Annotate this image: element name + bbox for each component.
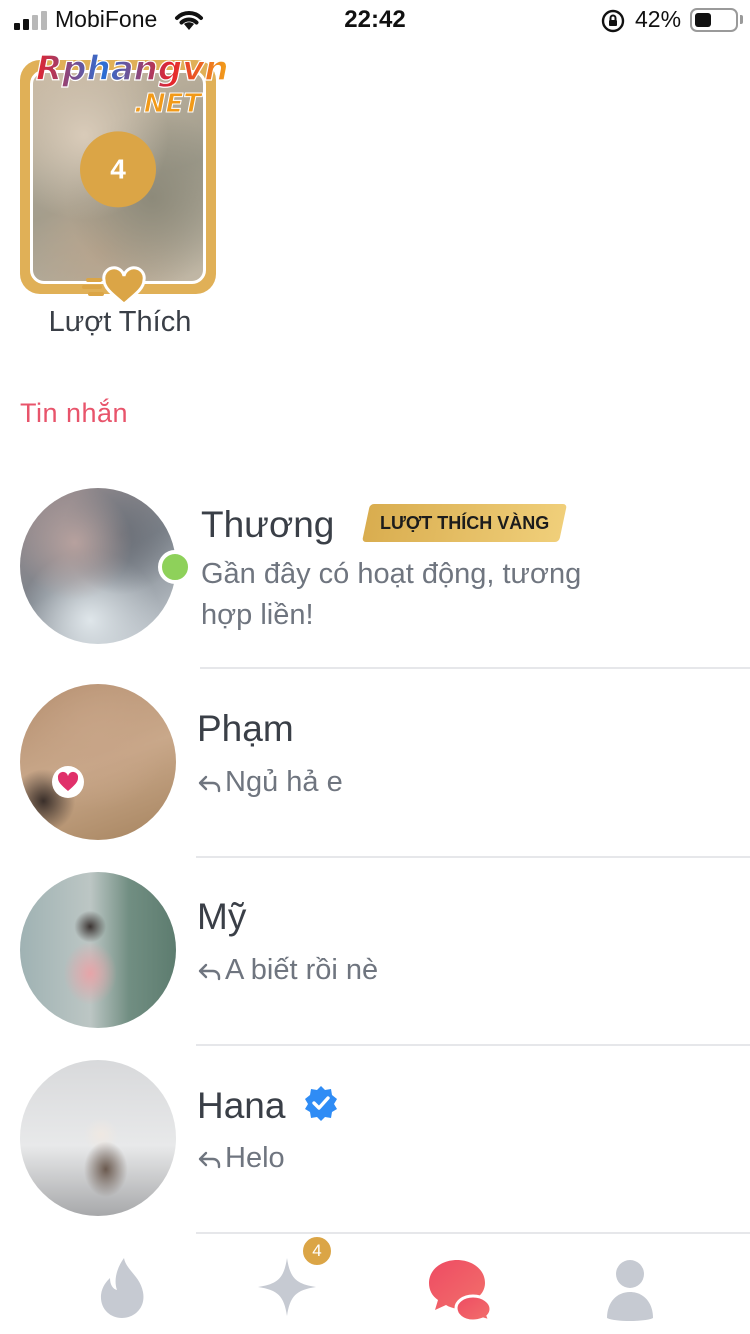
contact-name: Thương (201, 504, 335, 545)
battery-tip (740, 15, 743, 24)
tab-profile[interactable] (595, 1252, 665, 1322)
tab-bar: 4 (0, 1234, 750, 1334)
watermark-suffix: .NET (134, 89, 203, 119)
gold-like-badge-label: LƯỢT THÍCH VÀNG (380, 513, 550, 533)
divider (200, 667, 750, 669)
reply-arrow-icon (198, 776, 221, 793)
rotation-lock-icon (601, 9, 625, 33)
reply-arrow-icon (198, 964, 221, 981)
avatar (20, 488, 176, 644)
tab-discover[interactable] (88, 1252, 158, 1322)
message-preview-line: hợp liền! (201, 599, 314, 631)
message-preview: Helo (197, 1138, 285, 1179)
watermark-text: Rphangvn (36, 49, 229, 89)
chat-bubbles-icon (429, 1260, 493, 1324)
message-preview-text: Ngủ hả e (225, 766, 343, 798)
message-preview: A biết rồi nè (197, 950, 378, 991)
tab-top-picks[interactable]: 4 (252, 1234, 334, 1322)
contact-name: Mỹ (197, 896, 247, 937)
tab-messages[interactable] (425, 1252, 495, 1324)
battery-percent: 42% (635, 6, 682, 32)
online-status-dot (158, 550, 192, 584)
contact-name-text: Hana (197, 1085, 286, 1126)
message-preview-line: Gần đây có hoạt động, tương (201, 558, 582, 590)
watermark-logo: Rphangvn .NET (36, 48, 229, 119)
divider (196, 1232, 750, 1234)
heart-speed-icon (82, 266, 146, 306)
battery-icon (690, 8, 738, 32)
avatar (20, 872, 176, 1028)
divider (196, 856, 750, 858)
divider (196, 1044, 750, 1046)
avatar (20, 684, 176, 840)
message-preview-text: Helo (225, 1142, 285, 1174)
conversation-item[interactable]: Mỹ A biết rồi nè (0, 872, 750, 1044)
status-bar: MobiFone 22:42 42% (0, 0, 750, 40)
flame-icon (100, 1258, 144, 1318)
message-preview: Gần đây có hoạt động, tương hợp liền! (201, 554, 581, 636)
reply-arrow-icon (198, 1152, 221, 1169)
verified-badge-icon (304, 1086, 337, 1121)
gold-like-badge: LƯỢT THÍCH VÀNG (361, 504, 568, 542)
likes-label: Lượt Thích (48, 306, 192, 338)
heart-sticker-icon (52, 766, 84, 798)
top-picks-count-badge: 4 (300, 1234, 334, 1268)
likes-count-badge: 4 (80, 131, 156, 208)
conversation-item[interactable]: Phạm Ngủ hả e (0, 684, 750, 856)
message-preview: Ngủ hả e (197, 762, 343, 803)
profile-icon (607, 1260, 653, 1321)
contact-name: Phạm (197, 708, 294, 749)
messages-section-title: Tin nhắn (20, 398, 129, 428)
conversation-item[interactable]: Thương LƯỢT THÍCH VÀNG Gần đây có hoạt đ… (0, 488, 750, 668)
conversation-item[interactable]: Hana Helo (0, 1060, 750, 1232)
avatar (20, 1060, 176, 1216)
message-preview-text: A biết rồi nè (225, 954, 379, 986)
contact-name: Hana (197, 1084, 340, 1127)
